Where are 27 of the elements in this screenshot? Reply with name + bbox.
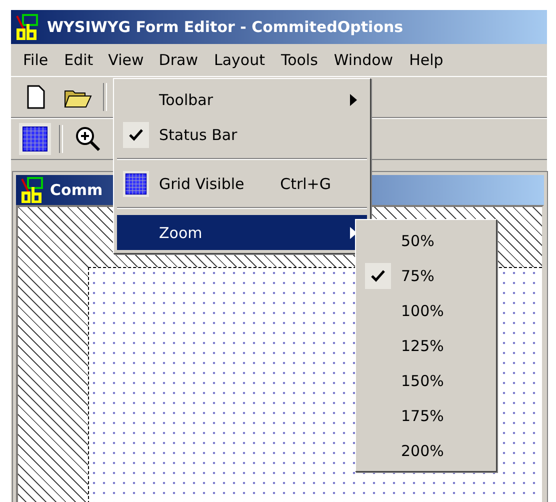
menu-entry[interactable]: 200%: [359, 433, 493, 468]
menu-item[interactable]: View: [101, 47, 151, 73]
menu-item[interactable]: Help: [401, 46, 452, 74]
menu-entry[interactable]: Status Bar: [117, 117, 367, 152]
menu-item[interactable]: Draw: [150, 46, 206, 74]
grid-icon: [22, 126, 48, 152]
menu-item[interactable]: File: [15, 46, 56, 74]
menu-entry[interactable]: 100%: [359, 293, 493, 328]
grid-button[interactable]: [19, 123, 51, 155]
menu-item[interactable]: Tools: [272, 46, 326, 74]
child-window-title: Comm: [50, 181, 103, 199]
menu-item[interactable]: Edit: [56, 46, 102, 74]
menu-item[interactable]: Window: [326, 46, 402, 74]
menu-entry[interactable]: Toolbar: [117, 82, 367, 117]
zoom-in-icon: [75, 126, 101, 152]
menu-item[interactable]: Layout: [206, 46, 273, 74]
submenu-arrow-icon: [350, 94, 357, 106]
document-icon: [26, 85, 46, 109]
app-icon: [20, 177, 46, 203]
menu-entry[interactable]: 125%: [359, 328, 493, 363]
menu-entry[interactable]: 150%: [359, 363, 493, 398]
app-icon: [15, 14, 41, 40]
menu-entry[interactable]: Zoom: [117, 215, 367, 250]
menu-entry[interactable]: 175%: [359, 398, 493, 433]
menu-entry[interactable]: 75%: [359, 258, 493, 293]
window-title: WYSIWYG Form Editor - CommitedOptions: [47, 18, 404, 36]
menu-entry[interactable]: Grid Visible Ctrl+G: [117, 166, 367, 201]
